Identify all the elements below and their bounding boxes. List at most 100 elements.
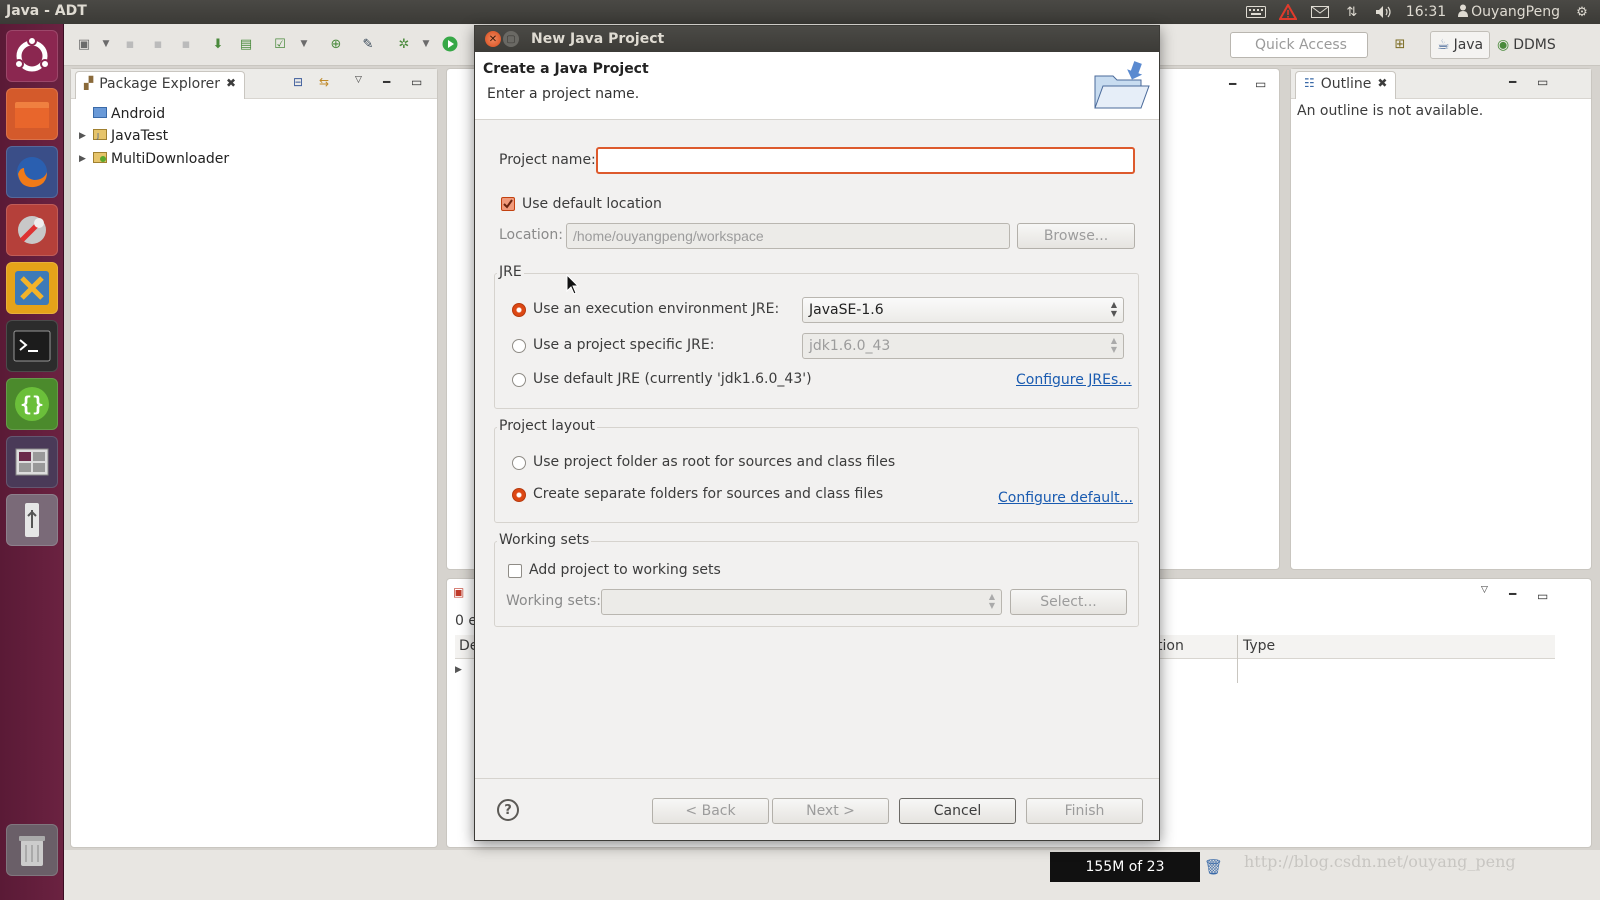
minimize-icon[interactable]: ━	[1509, 75, 1516, 89]
java-perspective-button[interactable]: ☕ Java	[1430, 31, 1491, 59]
keyboard-icon[interactable]	[1245, 4, 1266, 20]
workspace-icon	[15, 448, 49, 476]
tree-item-multidownloader[interactable]: ▶ MultiDownloader	[79, 151, 229, 167]
jre-specific-radio[interactable]	[512, 339, 526, 353]
open-perspective-icon[interactable]: ⊞	[1390, 34, 1410, 54]
minimize-icon[interactable]: ━	[1509, 587, 1516, 601]
trash-launcher[interactable]	[6, 824, 58, 876]
dialog-titlebar[interactable]: ✕ ▢ New Java Project	[475, 26, 1159, 52]
vmware-launcher[interactable]	[6, 262, 58, 314]
tree-item-android[interactable]: Android	[79, 106, 165, 122]
add-to-working-sets-label[interactable]: Add project to working sets	[529, 562, 721, 578]
finish-button[interactable]: Finish	[1026, 798, 1143, 824]
brackets-launcher[interactable]: {}	[6, 378, 58, 430]
new-icon[interactable]: ▣	[74, 34, 94, 54]
use-default-location-checkbox[interactable]	[501, 197, 515, 211]
select-working-sets-button[interactable]: Select...	[1010, 589, 1127, 615]
jre-default-label[interactable]: Use default JRE (currently 'jdk1.6.0_43'…	[533, 371, 812, 387]
print-icon[interactable]: ▪	[176, 34, 196, 54]
expand-triangle-icon[interactable]: ▶	[79, 131, 89, 141]
android-sdk-icon[interactable]: ▤	[236, 34, 256, 54]
chevron-down-icon[interactable]: ▼	[294, 34, 314, 54]
terminal-launcher[interactable]	[6, 320, 58, 372]
column-header-location[interactable]: tion	[1157, 638, 1184, 654]
close-icon[interactable]: ✖	[226, 76, 236, 99]
close-icon[interactable]: ✖	[1377, 76, 1387, 99]
link-editor-icon[interactable]: ⇆	[319, 75, 329, 89]
jre-exec-env-radio[interactable]	[512, 303, 526, 317]
browse-button[interactable]: Browse...	[1017, 223, 1135, 249]
chevron-down-icon[interactable]: ▼	[416, 34, 436, 54]
jre-default-radio[interactable]	[512, 373, 526, 387]
ddms-perspective-button[interactable]: ◉ DDMS	[1490, 31, 1563, 59]
pin-icon[interactable]: ✎	[358, 34, 378, 54]
system-settings-launcher[interactable]	[6, 204, 58, 256]
save-icon[interactable]: ▪	[120, 34, 140, 54]
jre-exec-env-label[interactable]: Use an execution environment JRE:	[533, 301, 779, 317]
garbage-collect-icon[interactable]: 🗑	[1204, 858, 1223, 876]
gear-icon[interactable]: ⚙	[1572, 4, 1592, 20]
view-menu-icon[interactable]: ▽	[1481, 585, 1488, 595]
add-to-working-sets-checkbox[interactable]	[508, 564, 522, 578]
configure-default-link[interactable]: Configure default...	[998, 490, 1133, 506]
workspace-switcher-launcher[interactable]	[6, 436, 58, 488]
chevron-down-icon[interactable]: ▼	[96, 34, 116, 54]
working-sets-select[interactable]: ▲ ▼	[601, 589, 1002, 615]
save-all-icon[interactable]: ▪	[148, 34, 168, 54]
use-default-location-label[interactable]: Use default location	[522, 196, 662, 212]
tree-item-javatest[interactable]: ▶ J JavaTest	[79, 128, 168, 144]
layout-root-radio[interactable]	[512, 456, 526, 470]
files-launcher[interactable]	[6, 88, 58, 140]
user-icon	[1458, 4, 1469, 21]
expand-triangle-icon[interactable]: ▶	[79, 154, 89, 164]
dialog-header-title: Create a Java Project	[483, 61, 649, 77]
quick-access-input[interactable]: Quick Access	[1230, 32, 1368, 58]
close-window-button[interactable]: ✕	[485, 31, 501, 47]
maximize-icon[interactable]: ▭	[411, 75, 422, 89]
expand-triangle-icon[interactable]: ▶	[455, 665, 462, 675]
maximize-icon[interactable]: ▭	[1537, 75, 1548, 89]
heap-status[interactable]: 155M of 23	[1050, 852, 1200, 882]
java-perspective-icon: ☕	[1437, 37, 1450, 53]
jre-specific-select[interactable]: jdk1.6.0_43 ▲ ▼	[802, 333, 1124, 359]
download-icon[interactable]: ⬇	[208, 34, 228, 54]
location-input[interactable]	[566, 223, 1010, 249]
view-menu-icon[interactable]: ▽	[355, 75, 362, 85]
layout-separate-radio[interactable]	[512, 488, 526, 502]
usb-drive-launcher[interactable]	[6, 494, 58, 546]
firefox-launcher[interactable]	[6, 146, 58, 198]
layout-separate-label[interactable]: Create separate folders for sources and …	[533, 486, 883, 502]
debug-icon[interactable]: ✲	[394, 34, 414, 54]
project-name-input[interactable]	[596, 147, 1135, 174]
next-button[interactable]: Next >	[772, 798, 889, 824]
configure-jres-link[interactable]: Configure JREs...	[1016, 372, 1132, 388]
cancel-button[interactable]: Cancel	[899, 798, 1016, 824]
warning-icon[interactable]	[1278, 4, 1298, 20]
ubuntu-dash-button[interactable]	[6, 30, 58, 82]
run-icon[interactable]	[440, 34, 460, 54]
back-button[interactable]: < Back	[652, 798, 769, 824]
column-divider[interactable]	[1237, 635, 1238, 683]
package-explorer-tab[interactable]: ▞ Package Explorer ✖	[75, 71, 246, 99]
outline-tab[interactable]: ☷ Outline ✖	[1295, 71, 1397, 99]
new-android-icon[interactable]: ⊕	[326, 34, 346, 54]
minimize-window-button[interactable]: ▢	[503, 31, 519, 47]
jre-specific-label[interactable]: Use a project specific JRE:	[533, 337, 714, 353]
maximize-icon[interactable]: ▭	[1537, 589, 1548, 603]
collapse-all-icon[interactable]: ⊟	[293, 75, 303, 89]
user-menu[interactable]: OuyangPeng	[1458, 4, 1560, 21]
help-icon[interactable]: ?	[497, 799, 519, 821]
layout-root-label[interactable]: Use project folder as root for sources a…	[533, 454, 895, 470]
check-icon[interactable]: ☑	[270, 34, 290, 54]
clock[interactable]: 16:31	[1406, 4, 1446, 20]
ddms-perspective-label: DDMS	[1513, 37, 1556, 53]
column-header-type[interactable]: Type	[1243, 638, 1275, 654]
jre-exec-env-select[interactable]: JavaSE-1.6 ▲ ▼	[802, 297, 1124, 323]
volume-icon[interactable]	[1374, 4, 1394, 20]
working-sets-title: Working sets	[497, 532, 592, 548]
mail-icon[interactable]	[1310, 4, 1330, 20]
network-icon[interactable]: ⇅	[1342, 4, 1362, 20]
maximize-icon[interactable]: ▭	[1255, 77, 1266, 91]
minimize-icon[interactable]: ━	[1229, 77, 1236, 91]
minimize-icon[interactable]: ━	[383, 75, 390, 89]
